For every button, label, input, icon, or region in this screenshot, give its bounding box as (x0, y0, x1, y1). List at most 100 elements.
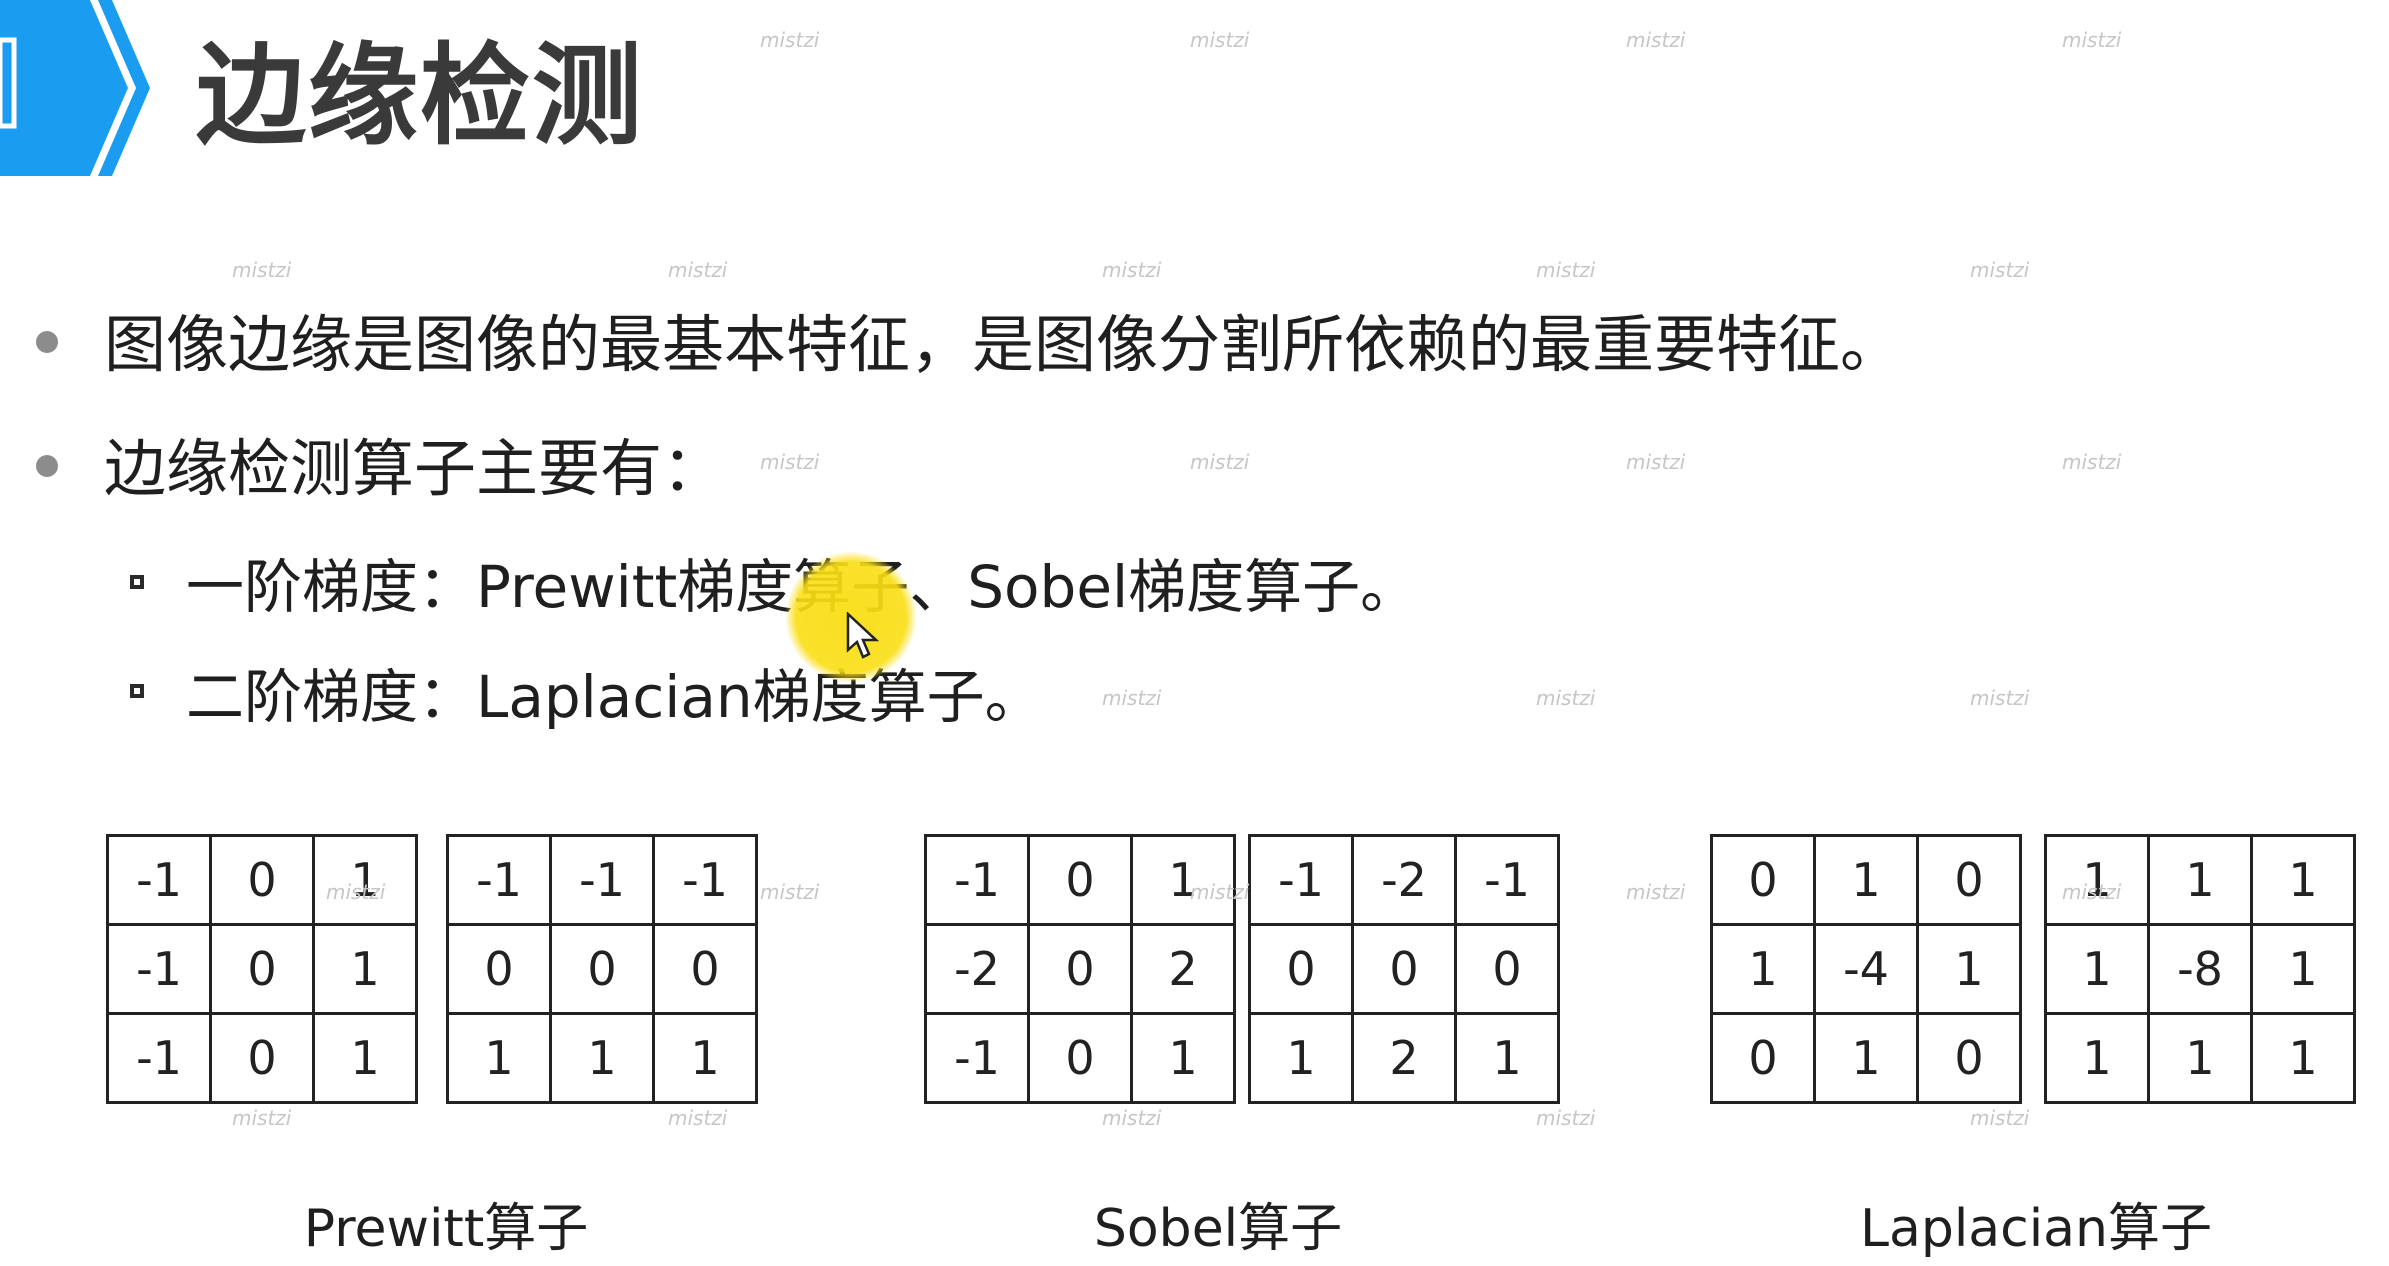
kernel-row: -1 0 1 (106, 1012, 418, 1104)
kernel-row: -2 0 2 (924, 923, 1236, 1015)
sub-bullet-text-2: 二阶梯度：Laplacian梯度算子。 (186, 663, 1043, 731)
kernel-row: 000 (446, 923, 758, 1015)
kernel-cell: -2 (924, 923, 1030, 1015)
watermark-text: mistzi (1626, 28, 1686, 52)
kernel-row: 010 (1710, 1012, 2022, 1104)
kernel-cell: 0 (1916, 834, 2022, 926)
watermark-text: mistzi (760, 28, 820, 52)
kernel-cell: 1 (2250, 1012, 2356, 1104)
sub-bullet-square (130, 684, 144, 698)
kernel-cell: 1 (2250, 923, 2356, 1015)
bullet-dot (36, 331, 58, 353)
kernel-cell: -1 (106, 1012, 212, 1104)
watermark-text: mistzi (1102, 258, 1162, 282)
kernel-cell: 0 (1710, 834, 1816, 926)
watermark-text: mistzi (326, 880, 386, 904)
kernel-row: -1 0 1 (924, 1012, 1236, 1104)
kernel-cell: 1 (2044, 1012, 2150, 1104)
kernel-cell: 0 (1027, 923, 1133, 1015)
kernel-cell: -1 (924, 834, 1030, 926)
kernel-cell: 1 (652, 1012, 758, 1104)
kernel-cell: -1 (106, 834, 212, 926)
kernel-cell: 0 (1916, 1012, 2022, 1104)
watermark-text: mistzi (668, 1106, 728, 1130)
watermark-text: mistzi (1190, 28, 1250, 52)
kernel-row: 000 (1248, 923, 1560, 1015)
kernel-row: 010 (1710, 834, 2022, 926)
watermark-text: mistzi (760, 450, 820, 474)
kernel-cell: 1 (2147, 1012, 2253, 1104)
watermark-text: mistzi (1102, 1106, 1162, 1130)
watermark-text: mistzi (2062, 880, 2122, 904)
kernel-cell: -1 (1454, 834, 1560, 926)
kernel-cell: 1 (2147, 834, 2253, 926)
kernel-cell: -1 (446, 834, 552, 926)
sub-bullet-square (130, 575, 144, 589)
section-header-tab (0, 0, 160, 184)
kernel-cell: 0 (549, 923, 655, 1015)
laplacian-kernel-4: 0 1 0 1 -4 1 0 1 0 (1710, 834, 2022, 1104)
kernel-cell: 1 (2250, 834, 2356, 926)
sobel-kernel-x: -1 0 1 -2 0 2 -1 0 1 (924, 834, 1236, 1104)
watermark-text: mistzi (1536, 258, 1596, 282)
page-title: 边缘检测 (196, 32, 644, 160)
kernel-cell: -2 (1351, 834, 1457, 926)
watermark-text: mistzi (1190, 880, 1250, 904)
kernel-cell: 1 (549, 1012, 655, 1104)
kernel-cell: 0 (1248, 923, 1354, 1015)
kernel-cell: -1 (549, 834, 655, 926)
watermark-text: mistzi (1626, 880, 1686, 904)
kernel-cell: 0 (209, 834, 315, 926)
watermark-text: mistzi (1536, 1106, 1596, 1130)
watermark-text: mistzi (232, 258, 292, 282)
caption-sobel: Sobel算子 (1093, 1199, 1343, 1259)
kernel-cell: 1 (1248, 1012, 1354, 1104)
kernel-cell: -1 (652, 834, 758, 926)
mouse-pointer-icon (846, 612, 880, 659)
kernel-cell: 0 (209, 1012, 315, 1104)
caption-laplacian: Laplacian算子 (1859, 1199, 2213, 1259)
kernel-cell: 2 (1130, 923, 1236, 1015)
kernel-row: -1 0 1 (106, 923, 418, 1015)
prewitt-kernel-x: -1 0 1 -1 0 1 -1 0 1 (106, 834, 418, 1104)
watermark-text: mistzi (1970, 1106, 2030, 1130)
kernel-row: -1 -1 -1 (446, 834, 758, 926)
watermark-text: mistzi (1970, 258, 2030, 282)
kernel-row: 121 (1248, 1012, 1560, 1104)
kernel-cell: -1 (106, 923, 212, 1015)
kernel-row: 111 (446, 1012, 758, 1104)
watermark-text: mistzi (232, 1106, 292, 1130)
kernel-row: 1 -8 1 (2044, 923, 2356, 1015)
kernel-cell: 0 (446, 923, 552, 1015)
kernel-row: -1 -2 -1 (1248, 834, 1560, 926)
watermark-text: mistzi (760, 880, 820, 904)
kernel-cell: 0 (1710, 1012, 1816, 1104)
kernel-cell: -4 (1813, 923, 1919, 1015)
kernel-cell: 0 (652, 923, 758, 1015)
caption-prewitt: Prewitt算子 (303, 1199, 589, 1259)
kernel-cell: 1 (1130, 1012, 1236, 1104)
bullet-text-2: 边缘检测算子主要有： (104, 432, 725, 505)
watermark-text: mistzi (1536, 686, 1596, 710)
watermark-text: mistzi (668, 258, 728, 282)
laplacian-kernel-8: 1 1 1 1 -8 1 1 1 1 (2044, 834, 2356, 1104)
kernel-cell: 1 (1916, 923, 2022, 1015)
kernel-row: -1 0 1 (924, 834, 1236, 926)
kernel-cell: 0 (1027, 1012, 1133, 1104)
sobel-kernel-y: -1 -2 -1 0 0 0 1 2 1 (1248, 834, 1560, 1104)
kernel-cell: -1 (1248, 834, 1354, 926)
kernel-cell: 0 (1027, 834, 1133, 926)
kernel-cell: 0 (1454, 923, 1560, 1015)
kernel-cell: 2 (1351, 1012, 1457, 1104)
kernel-cell: -8 (2147, 923, 2253, 1015)
watermark-text: mistzi (1102, 686, 1162, 710)
kernel-cell: 0 (1351, 923, 1457, 1015)
kernel-cell: 1 (2044, 923, 2150, 1015)
watermark-text: mistzi (1190, 450, 1250, 474)
kernel-cell: 1 (1454, 1012, 1560, 1104)
prewitt-kernel-y: -1 -1 -1 0 0 0 1 1 1 (446, 834, 758, 1104)
watermark-text: mistzi (1970, 686, 2030, 710)
kernel-cell: 1 (312, 923, 418, 1015)
kernel-cell: 1 (1813, 834, 1919, 926)
watermark-text: mistzi (2062, 450, 2122, 474)
